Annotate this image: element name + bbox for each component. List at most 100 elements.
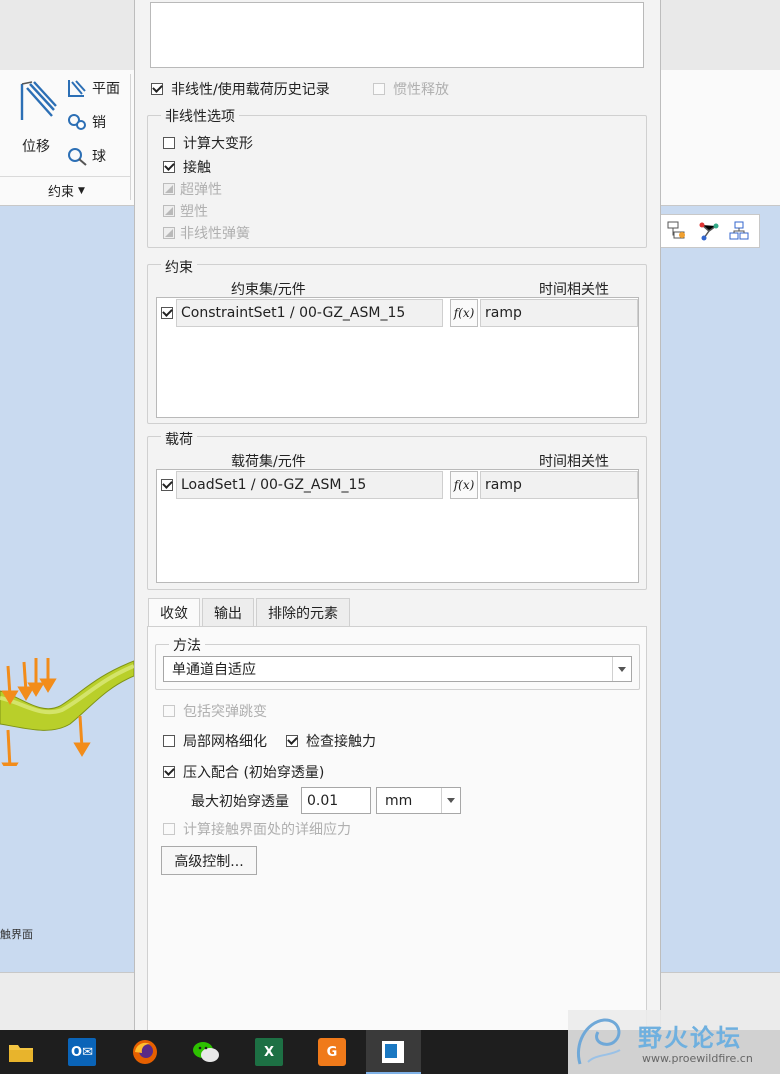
description-textbox[interactable]: [150, 2, 644, 68]
tab-output[interactable]: 输出: [202, 598, 254, 626]
loads-title: 载荷: [161, 429, 197, 449]
include-snap-check[interactable]: [163, 705, 175, 717]
nonlinear-history-checkbox[interactable]: 非线性/使用载荷历史记录: [151, 79, 330, 99]
pin-button[interactable]: 销: [66, 112, 106, 132]
unit-select[interactable]: mm: [376, 787, 461, 814]
large-deformation-checkbox[interactable]: 计算大变形: [163, 133, 253, 153]
pin-icon: [68, 114, 86, 130]
nonlinear-history-check[interactable]: [151, 83, 163, 95]
chevron-down-icon: ▼: [78, 185, 85, 196]
press-fit-label: 压入配合 (初始穿透量): [183, 765, 325, 781]
local-mesh-label: 局部网格细化: [183, 734, 267, 750]
nonlinear-spring-label: 非线性弹簧: [180, 226, 250, 242]
model-geometry: [0, 658, 134, 766]
loads-col-set: 载荷集/元件: [231, 454, 306, 470]
plane-button[interactable]: 平面: [66, 78, 120, 98]
creo-app-icon[interactable]: [379, 1038, 407, 1066]
nonlinear-history-label: 非线性/使用载荷历史记录: [171, 82, 330, 98]
ball-button[interactable]: 球: [66, 146, 106, 166]
contact-check[interactable]: [163, 161, 175, 173]
firefox-icon[interactable]: [131, 1038, 159, 1066]
outlook-icon[interactable]: O✉: [68, 1038, 96, 1066]
nonlinear-spring-check[interactable]: [163, 227, 175, 239]
tab-excluded-elements[interactable]: 排除的元素: [256, 598, 350, 626]
max-penetration-value: 0.01: [307, 792, 339, 809]
excel-icon[interactable]: X: [255, 1038, 283, 1066]
press-fit-check[interactable]: [163, 766, 175, 778]
pin-label: 销: [92, 115, 106, 131]
method-title: 方法: [169, 635, 205, 655]
check-contact-label: 检查接触力: [306, 734, 376, 750]
method-select[interactable]: 单通道自适应: [163, 656, 632, 682]
detailed-stress-check[interactable]: [163, 823, 175, 835]
analysis-dialog: 非线性/使用载荷历史记录 惯性释放 非线性选项 计算大变形 接触 超弹性 塑性 …: [134, 0, 661, 1030]
plasticity-check[interactable]: [163, 205, 175, 217]
check-contact-check[interactable]: [286, 735, 298, 747]
local-mesh-check[interactable]: [163, 735, 175, 747]
plane-label: 平面: [92, 81, 120, 97]
nonlinear-options-title: 非线性选项: [161, 106, 239, 126]
advanced-control-button[interactable]: 高级控制...: [161, 846, 257, 875]
method-value: 单通道自适应: [172, 662, 256, 678]
load-time-cell[interactable]: ramp: [480, 471, 638, 499]
press-fit-checkbox[interactable]: 压入配合 (初始穿透量): [163, 762, 324, 782]
constraints-col-time: 时间相关性: [539, 282, 609, 298]
load-row[interactable]: LoadSet1 / 00-GZ_ASM_15 f(x) ramp: [157, 470, 638, 500]
hierarchy-icon[interactable]: [728, 220, 750, 242]
unit-value: mm: [385, 792, 413, 809]
hyperelastic-label: 超弹性: [180, 182, 222, 198]
chevron-down-icon[interactable]: [441, 788, 460, 813]
constraint-set-cell: ConstraintSet1 / 00-GZ_ASM_15: [176, 299, 443, 327]
local-mesh-checkbox[interactable]: 局部网格细化: [163, 731, 267, 751]
forum-logo: [577, 1018, 621, 1065]
tab-convergence[interactable]: 收敛: [148, 598, 200, 626]
nonlinear-spring-checkbox[interactable]: 非线性弹簧: [163, 223, 250, 243]
detailed-stress-label: 计算接触界面处的详细应力: [183, 822, 351, 838]
inertia-relief-checkbox[interactable]: 惯性释放: [373, 79, 449, 99]
pdf-reader-icon[interactable]: G: [318, 1038, 346, 1066]
large-deformation-label: 计算大变形: [183, 136, 253, 152]
constraints-title: 约束: [161, 257, 197, 277]
contact-interface-label: 触界面: [0, 928, 33, 941]
tree-filter-icon[interactable]: [666, 220, 688, 242]
displacement-button[interactable]: 位移: [14, 76, 64, 156]
include-snap-checkbox[interactable]: 包括突弹跳变: [163, 701, 267, 721]
detailed-stress-checkbox[interactable]: 计算接触界面处的详细应力: [163, 819, 351, 839]
wechat-icon[interactable]: [192, 1038, 220, 1066]
constraint-row[interactable]: ConstraintSet1 / 00-GZ_ASM_15 f(x) ramp: [157, 298, 638, 328]
forum-watermark: 野火论坛 www.proewildfire.cn: [568, 1010, 780, 1074]
constraint-fx-button[interactable]: f(x): [450, 299, 478, 327]
forum-name: 野火论坛: [638, 1024, 742, 1052]
chevron-down-icon[interactable]: [612, 657, 631, 681]
contact-checkbox[interactable]: 接触: [163, 157, 211, 177]
constraint-group-menu[interactable]: 约束 ▼: [48, 181, 85, 200]
inertia-relief-label: 惯性释放: [393, 82, 449, 98]
plane-icon: [68, 80, 86, 97]
check-contact-checkbox[interactable]: 检查接触力: [286, 731, 376, 751]
include-snap-label: 包括突弹跳变: [183, 704, 267, 720]
network-icon[interactable]: [698, 220, 720, 242]
displacement-icon: [20, 81, 57, 120]
max-penetration-label: 最大初始穿透量: [191, 794, 289, 810]
constraint-time-cell[interactable]: ramp: [480, 299, 638, 327]
load-row-check[interactable]: [161, 479, 173, 491]
hyperelastic-checkbox[interactable]: 超弹性: [163, 179, 222, 199]
load-fx-button[interactable]: f(x): [450, 471, 478, 499]
contact-label: 接触: [183, 160, 211, 176]
plasticity-label: 塑性: [180, 204, 208, 220]
constraint-row-check[interactable]: [161, 307, 173, 319]
ribbon-group-divider: [0, 176, 130, 177]
taskbar: O✉ X G 野火论坛 www.proewildfire.cn: [0, 1010, 780, 1074]
ribbon-separator: [130, 74, 131, 200]
hyperelastic-check[interactable]: [163, 183, 175, 195]
file-explorer-icon[interactable]: [7, 1038, 35, 1066]
inertia-relief-check[interactable]: [373, 83, 385, 95]
large-deformation-check[interactable]: [163, 137, 175, 149]
function-icon: f(x): [453, 478, 475, 492]
ball-label: 球: [92, 149, 106, 165]
plasticity-checkbox[interactable]: 塑性: [163, 201, 208, 221]
max-penetration-input[interactable]: 0.01: [301, 787, 371, 814]
loads-col-time: 时间相关性: [539, 454, 609, 470]
displacement-label: 位移: [22, 139, 50, 155]
forum-url: www.proewildfire.cn: [642, 1052, 753, 1065]
